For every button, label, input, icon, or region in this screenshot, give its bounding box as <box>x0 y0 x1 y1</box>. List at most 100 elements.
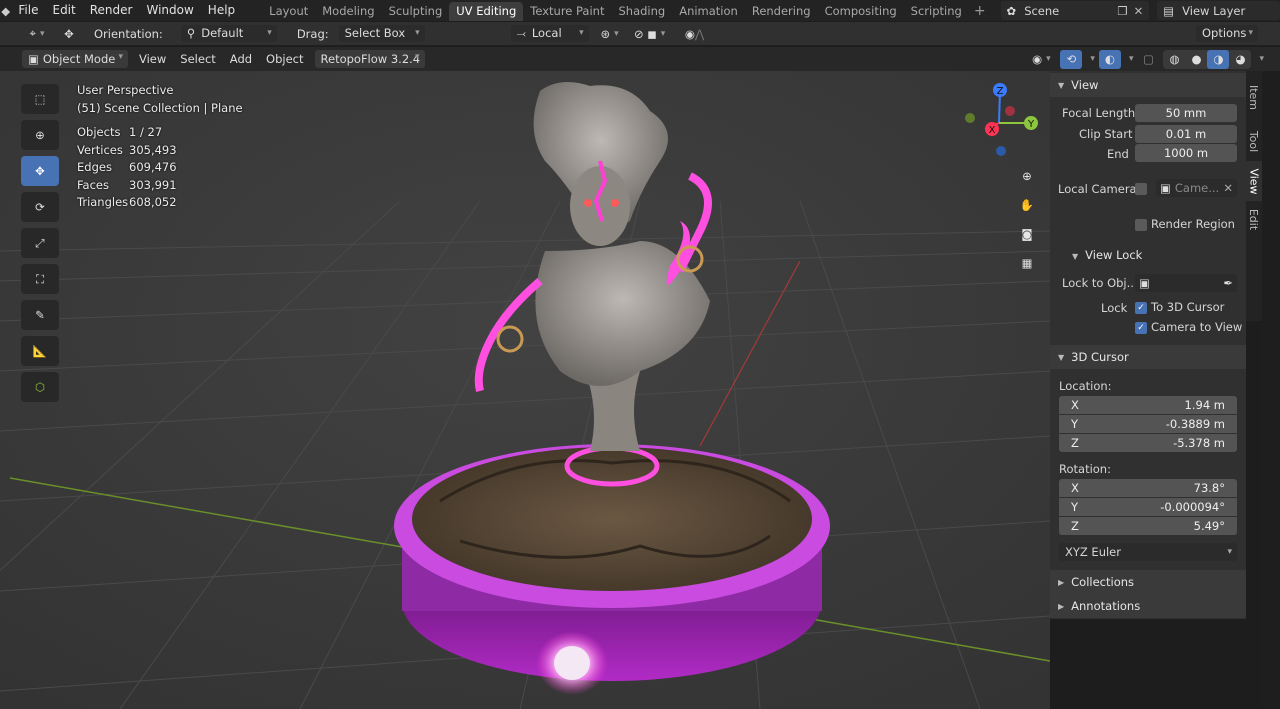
select-box-icon[interactable]: ⬚ <box>21 84 59 114</box>
workspace-tab-shading[interactable]: Shading <box>611 2 672 21</box>
pivot-dropdown[interactable]: ⤙ Local ▾ <box>510 25 589 42</box>
rotation-mode-dropdown[interactable]: XYZ Euler ▾ <box>1059 543 1237 561</box>
retopoflow-menu[interactable]: RetopoFlow 3.2.4 ▾ <box>314 50 425 68</box>
checkmark-icon[interactable]: ✓ <box>1135 321 1147 334</box>
menu-edit[interactable]: Edit <box>45 2 82 19</box>
visibility-eye-icon[interactable]: ◉ ▾ <box>1026 50 1056 69</box>
transform-move-icon[interactable]: ✥ <box>58 24 80 43</box>
camera-picker[interactable]: ▣ Came... ✕ <box>1156 179 1237 197</box>
zoom-icon[interactable]: ⊕ <box>1015 164 1039 188</box>
chevron-down-icon[interactable]: ▾ <box>1090 54 1095 64</box>
camera-to-view-toggle[interactable]: ✓ Camera to View <box>1135 320 1242 334</box>
wireframe-shading-icon[interactable]: ◍ <box>1163 50 1185 69</box>
menu-help[interactable]: Help <box>201 2 242 19</box>
orientation-dropdown[interactable]: ⚲ Default ▾ <box>180 25 277 42</box>
workspace-tab-animation[interactable]: Animation <box>672 2 745 21</box>
view-layer-selector[interactable]: ▤ View Layer <box>1157 1 1280 20</box>
snap-icon[interactable]: ⊘ ◼ ▾ <box>629 24 671 43</box>
checkmark-icon[interactable]: ✓ <box>1135 301 1147 314</box>
location-z-field[interactable]: Z -5.378 m <box>1059 434 1237 452</box>
workspace-tab-rendering[interactable]: Rendering <box>745 2 818 21</box>
menu-file[interactable]: File <box>11 2 45 19</box>
menu-window[interactable]: Window <box>139 2 200 19</box>
object-menu[interactable]: Object <box>259 50 310 68</box>
remove-scene-icon[interactable]: ✕ <box>1134 4 1144 18</box>
view-lock-subheader[interactable]: ▼ View Lock <box>1072 248 1142 262</box>
measure-tool-icon[interactable]: 📐 <box>21 336 59 366</box>
tab-tool[interactable]: Tool <box>1246 121 1262 161</box>
clip-start-field[interactable]: 0.01 m <box>1135 125 1237 143</box>
move-tool-icon[interactable]: ✥ <box>21 156 59 186</box>
tool-icon[interactable]: ⌖ ▾ <box>22 24 52 43</box>
add-workspace-icon[interactable]: + <box>969 3 991 19</box>
eyedropper-icon[interactable]: ✒ <box>1223 276 1233 290</box>
location-y-field[interactable]: Y -0.3889 m <box>1059 415 1237 433</box>
chevron-down-icon[interactable]: ▾ <box>1259 54 1264 64</box>
menu-render[interactable]: Render <box>83 2 140 19</box>
local-camera-checkbox[interactable] <box>1135 183 1147 195</box>
pivot-point-icon[interactable]: ⊛ ▾ <box>595 24 625 43</box>
render-region-checkbox[interactable] <box>1135 218 1147 231</box>
solid-shading-icon[interactable]: ● <box>1185 50 1207 69</box>
annotate-tool-icon[interactable]: ✎ <box>21 300 59 330</box>
axis-x-label: X <box>1071 481 1079 495</box>
camera-view-icon[interactable]: ◙ <box>1015 222 1039 246</box>
scale-tool-icon[interactable]: ⤢ <box>21 228 59 258</box>
workspace-tab-modeling[interactable]: Modeling <box>315 2 381 21</box>
pan-hand-icon[interactable]: ✋ <box>1015 193 1039 217</box>
view-menu[interactable]: View <box>132 50 173 68</box>
add-menu[interactable]: Add <box>223 50 259 68</box>
mode-dropdown[interactable]: ▣ Object Mode ▾ <box>22 50 128 68</box>
perspective-grid-icon[interactable]: ▦ <box>1015 251 1039 275</box>
rotation-x-field[interactable]: X 73.8° <box>1059 479 1237 497</box>
rotation-mode-value: XYZ Euler <box>1065 545 1121 559</box>
rotation-z-field[interactable]: Z 5.49° <box>1059 517 1237 535</box>
collection-label: (51) Scene Collection | Plane <box>77 101 243 115</box>
gizmo-neg-z[interactable] <box>996 146 1006 156</box>
render-region-toggle[interactable]: Render Region <box>1135 217 1235 231</box>
cursor-tool-icon[interactable]: ⊕ <box>21 120 59 150</box>
add-cube-tool-icon[interactable]: ⬡ <box>21 372 59 402</box>
workspace-tab-scripting[interactable]: Scripting <box>904 2 969 21</box>
clear-icon[interactable]: ✕ <box>1223 181 1233 195</box>
lock-object-picker[interactable]: ▣ ✒ <box>1135 274 1237 292</box>
drag-dropdown[interactable]: Select Box ▾ <box>338 25 425 42</box>
3d-cursor-section-header[interactable]: ▼ 3D Cursor <box>1050 345 1246 369</box>
navigation-gizmo[interactable]: Z Y X <box>962 81 1042 161</box>
select-menu[interactable]: Select <box>173 50 222 68</box>
chevron-down-icon[interactable]: ▾ <box>1129 54 1134 64</box>
lock-to-cursor-toggle[interactable]: ✓ To 3D Cursor <box>1135 300 1224 314</box>
focal-length-field[interactable]: 50 mm <box>1135 104 1237 122</box>
3d-viewport[interactable]: User Perspective (51) Scene Collection |… <box>0 71 1050 709</box>
tab-view[interactable]: View <box>1246 161 1262 201</box>
collections-section-header[interactable]: ▶ Collections <box>1050 570 1246 594</box>
workspace-tab-compositing[interactable]: Compositing <box>818 2 904 21</box>
tab-edit[interactable]: Edit <box>1246 201 1262 237</box>
view-section-header[interactable]: ▼ View <box>1050 73 1246 97</box>
rendered-shading-icon[interactable]: ◕ <box>1229 50 1251 69</box>
workspace-tab-texture-paint[interactable]: Texture Paint <box>523 2 611 21</box>
overlays-toggle-icon[interactable]: ◐ <box>1098 49 1121 69</box>
gizmo-neg-x[interactable] <box>965 113 975 123</box>
proportional-edit-icon[interactable]: ◉ ⋀ <box>675 24 715 43</box>
gizmo-toggle-icon[interactable]: ⟲ <box>1060 49 1083 69</box>
scene-selector[interactable]: ✿ Scene ❐ ✕ <box>1000 1 1150 20</box>
gizmo-neg-y[interactable] <box>1005 106 1015 116</box>
collapse-triangle-icon: ▼ <box>1072 252 1079 261</box>
transform-tool-icon[interactable]: ⛶ <box>21 264 59 294</box>
workspace-tab-layout[interactable]: Layout <box>262 2 315 21</box>
clip-end-field[interactable]: 1000 m <box>1135 144 1237 162</box>
new-scene-icon[interactable]: ❐ <box>1117 4 1127 18</box>
chevron-down-icon: ▾ <box>1248 28 1253 38</box>
workspace-tab-uv-editing[interactable]: UV Editing <box>449 2 524 21</box>
rotate-tool-icon[interactable]: ⟳ <box>21 192 59 222</box>
rotation-y-field[interactable]: Y -0.000094° <box>1059 498 1237 516</box>
location-x-field[interactable]: X 1.94 m <box>1059 396 1237 414</box>
material-shading-icon[interactable]: ◑ <box>1207 49 1230 69</box>
tab-item[interactable]: Item <box>1246 75 1262 119</box>
annotations-section-header[interactable]: ▶ Annotations <box>1050 594 1246 618</box>
app-menu-icon[interactable]: ◆ <box>0 1 11 20</box>
xray-toggle-icon[interactable]: ▢ <box>1137 50 1159 69</box>
options-dropdown[interactable]: Options ▾ <box>1196 25 1258 42</box>
workspace-tab-sculpting[interactable]: Sculpting <box>382 2 450 21</box>
